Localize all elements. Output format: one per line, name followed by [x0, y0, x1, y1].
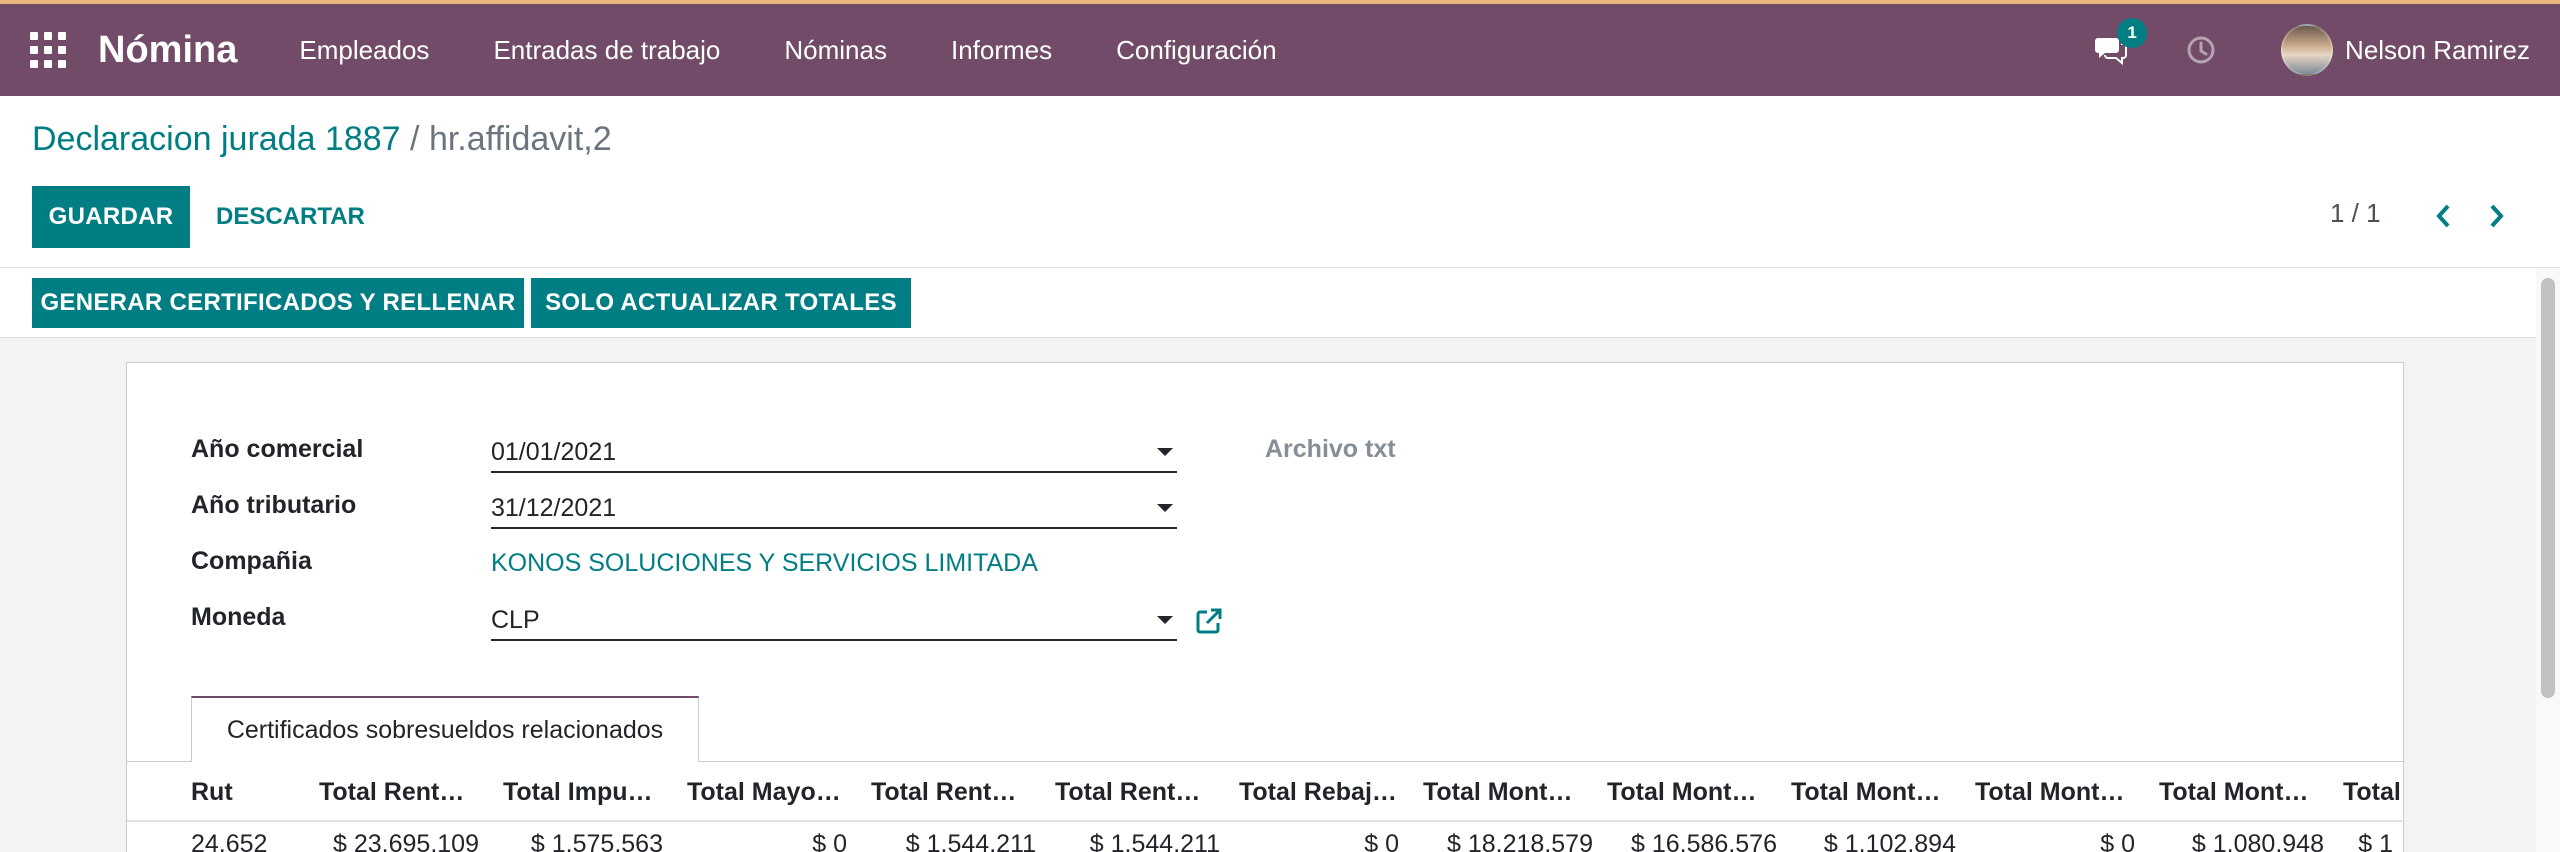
table-cell: $ 1.544.211 [905, 830, 1036, 852]
column-header[interactable]: Total Mont… [1423, 762, 1583, 820]
activities-button[interactable] [2181, 30, 2221, 70]
external-link-button[interactable] [1195, 607, 1225, 637]
column-header[interactable]: Total Rebaj… [1239, 762, 1399, 820]
avatar [2281, 24, 2334, 76]
currency-label: Moneda [191, 603, 286, 631]
column-header[interactable]: Total [2343, 762, 2405, 820]
menu-item-configuracion[interactable]: Configuración [1116, 35, 1276, 66]
app-name[interactable]: Nómina [98, 29, 237, 72]
tax-year-field[interactable]: 31/12/2021 [491, 489, 1177, 529]
menu-item-informes[interactable]: Informes [951, 35, 1052, 66]
table-cell: $ 0 [1364, 830, 1399, 852]
fiscal-year-field[interactable]: 01/01/2021 [491, 433, 1177, 473]
breadcrumb-current: hr.affidavit,2 [428, 120, 612, 158]
table-cell: $ 18.218.579 [1447, 830, 1593, 852]
user-name: Nelson Ramirez [2345, 34, 2530, 65]
column-header[interactable]: Total Rent… [1055, 762, 1215, 820]
column-header[interactable]: Total Rent… [319, 762, 469, 820]
column-header[interactable]: Total Mont… [1607, 762, 1767, 820]
clock-icon [2187, 36, 2215, 64]
chevron-down-icon [1157, 504, 1173, 512]
tab-related-certificates[interactable]: Certificados sobresueldos relacionados [191, 696, 699, 762]
generate-certificates-button[interactable]: GENERAR CERTIFICADOS Y RELLENAR [32, 278, 524, 328]
pager-value[interactable]: 1 / 1 [2330, 198, 2381, 229]
tax-year-value: 31/12/2021 [491, 493, 617, 522]
menu-item-entradas-de-trabajo[interactable]: Entradas de trabajo [493, 35, 720, 66]
pager-previous-button[interactable] [2428, 198, 2458, 234]
form-sheet: Año comercial 01/01/2021 Año tributario … [126, 362, 2405, 852]
table-cell: $ 16.586.576 [1631, 830, 1777, 852]
column-header[interactable]: Total Rent… [871, 762, 1031, 820]
user-menu[interactable]: Nelson Ramirez [2281, 24, 2530, 76]
update-totals-button[interactable]: SOLO ACTUALIZAR TOTALES [531, 278, 911, 328]
company-label: Compañia [191, 547, 312, 575]
save-button[interactable]: GUARDAR [32, 186, 190, 248]
form-statusbar: GENERAR CERTIFICADOS Y RELLENAR SOLO ACT… [0, 268, 2536, 338]
chevron-right-icon [2490, 204, 2504, 228]
scrollbar-thumb[interactable] [2541, 278, 2555, 698]
breadcrumb-parent-link[interactable]: Declaracion jurada 1887 [32, 120, 401, 158]
chevron-left-icon [2436, 204, 2450, 228]
company-link[interactable]: KONOS SOLUCIONES Y SERVICIOS LIMITADA [491, 549, 1038, 578]
column-header[interactable]: Total Mont… [1975, 762, 2135, 820]
column-header-rut[interactable]: Rut [191, 762, 301, 820]
table-cell: $ 0 [812, 830, 847, 852]
table-cell: $ 23.695.109 [333, 830, 479, 852]
txt-file-label: Archivo txt [1265, 435, 1396, 463]
table-cell: $ 1.102.894 [1823, 830, 1956, 852]
column-header[interactable]: Total Mayo… [687, 762, 847, 820]
tax-year-label: Año tributario [191, 491, 357, 519]
table-row[interactable]: 24.652 $ 23.695.109 $ 1.575.563 $ 0 $ 1.… [127, 824, 2405, 852]
breadcrumb: Declaracion jurada 1887 / hr.affidavit,2 [32, 120, 612, 159]
currency-value: CLP [491, 605, 540, 634]
table-cell: $ 1.544.211 [1089, 830, 1220, 852]
table-cell: $ 1 [2358, 830, 2393, 852]
top-navbar: Nómina Empleados Entradas de trabajo Nóm… [0, 0, 2560, 96]
scrollbar[interactable] [2536, 268, 2560, 852]
table-cell: $ 1.080.948 [2191, 830, 2324, 852]
discard-button[interactable]: DESCARTAR [210, 186, 371, 248]
fiscal-year-label: Año comercial [191, 435, 364, 463]
table-cell: $ 0 [2100, 830, 2135, 852]
chevron-down-icon [1157, 616, 1173, 624]
table-cell: 24.652 [191, 830, 268, 852]
control-panel: Declaracion jurada 1887 / hr.affidavit,2… [0, 96, 2560, 268]
table-cell: $ 1.575.563 [530, 830, 663, 852]
fiscal-year-value: 01/01/2021 [491, 437, 617, 466]
menu-item-nominas[interactable]: Nóminas [784, 35, 887, 66]
pager-next-button[interactable] [2482, 198, 2512, 234]
apps-grid-icon[interactable] [30, 32, 66, 68]
currency-field[interactable]: CLP [491, 601, 1177, 641]
column-header[interactable]: Total Mont… [1791, 762, 1951, 820]
table-header: Rut Total Rent… Total Impu… Total Mayo… … [127, 762, 2405, 822]
external-link-icon [1196, 608, 1222, 634]
column-header[interactable]: Total Mont… [2159, 762, 2319, 820]
column-header[interactable]: Total Impu… [503, 762, 663, 820]
menu-item-empleados[interactable]: Empleados [299, 35, 429, 66]
breadcrumb-separator: / [410, 120, 420, 158]
messages-count-badge: 1 [2117, 18, 2148, 48]
messages-button[interactable]: 1 [2091, 18, 2148, 70]
chevron-down-icon [1157, 448, 1173, 456]
